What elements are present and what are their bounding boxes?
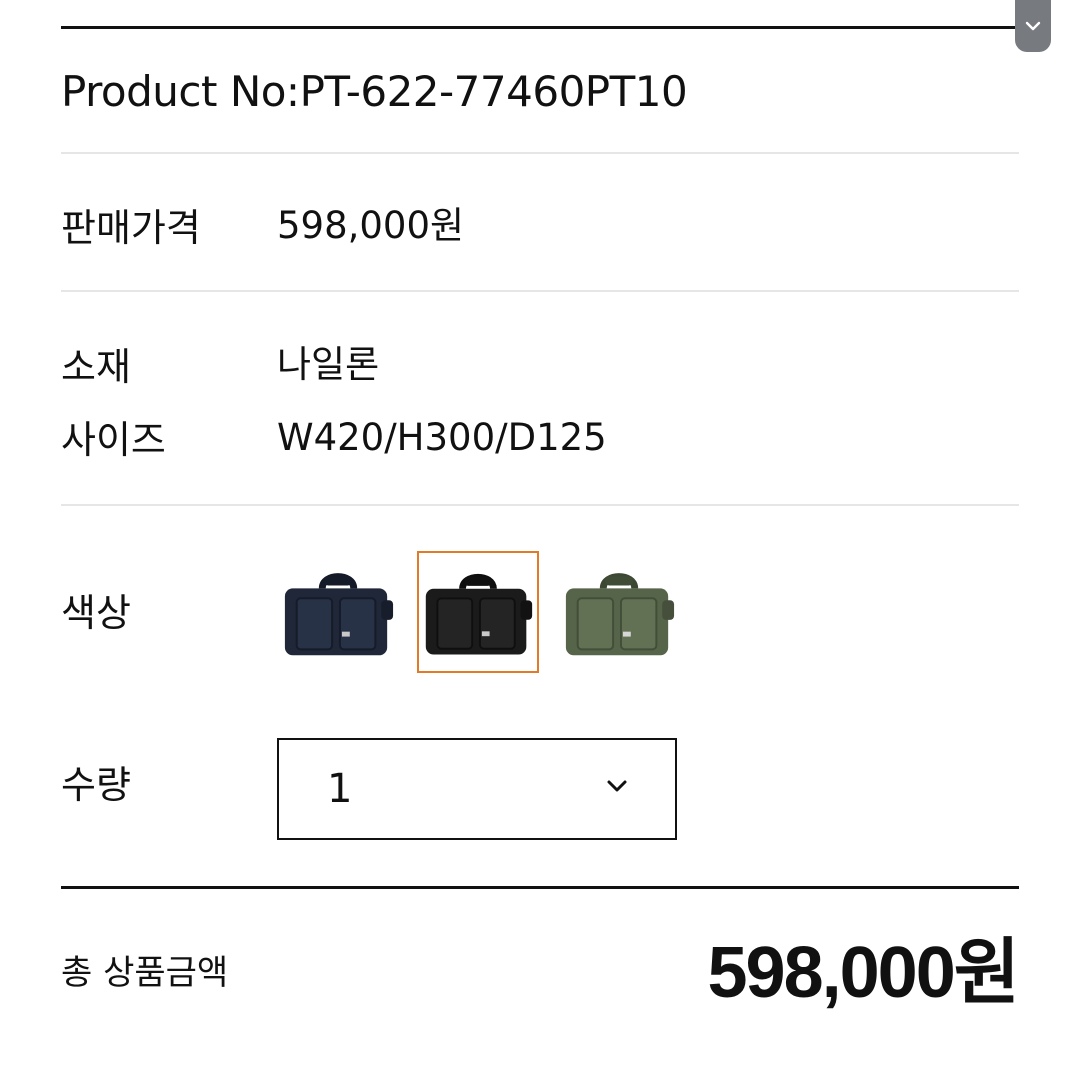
- size-value: W420/H300/D125: [277, 416, 607, 459]
- color-label: 색상: [61, 591, 131, 635]
- size-label: 사이즈: [61, 418, 166, 462]
- top-divider: [61, 26, 1019, 29]
- section-divider: [61, 290, 1019, 292]
- section-divider: [61, 152, 1019, 154]
- section-divider: [61, 504, 1019, 506]
- price-value: 598,000원: [277, 204, 465, 247]
- material-label: 소재: [61, 345, 131, 389]
- price-label: 판매가격: [61, 206, 201, 250]
- black-briefcase-image: [425, 573, 533, 655]
- total-price-label: 총 상품금액: [61, 953, 229, 993]
- total-divider: [61, 886, 1019, 889]
- chevron-down-icon: [1025, 21, 1041, 31]
- quantity-value: 1: [327, 766, 353, 812]
- olive-briefcase-image: [565, 573, 675, 656]
- material-value: 나일론: [277, 343, 380, 386]
- navy-briefcase-image: [284, 573, 394, 656]
- total-price-value: 598,000원: [707, 933, 1020, 1013]
- chevron-down-icon: [607, 780, 627, 792]
- quantity-label: 수량: [61, 763, 131, 807]
- color-swatch-olive[interactable]: [558, 551, 680, 673]
- quantity-select[interactable]: 1: [277, 738, 677, 840]
- color-swatch-black[interactable]: [417, 551, 539, 673]
- product-number: Product No:PT-622-77460PT10: [61, 67, 688, 116]
- color-swatch-navy[interactable]: [277, 551, 399, 673]
- collapse-toggle-button[interactable]: [1015, 0, 1051, 52]
